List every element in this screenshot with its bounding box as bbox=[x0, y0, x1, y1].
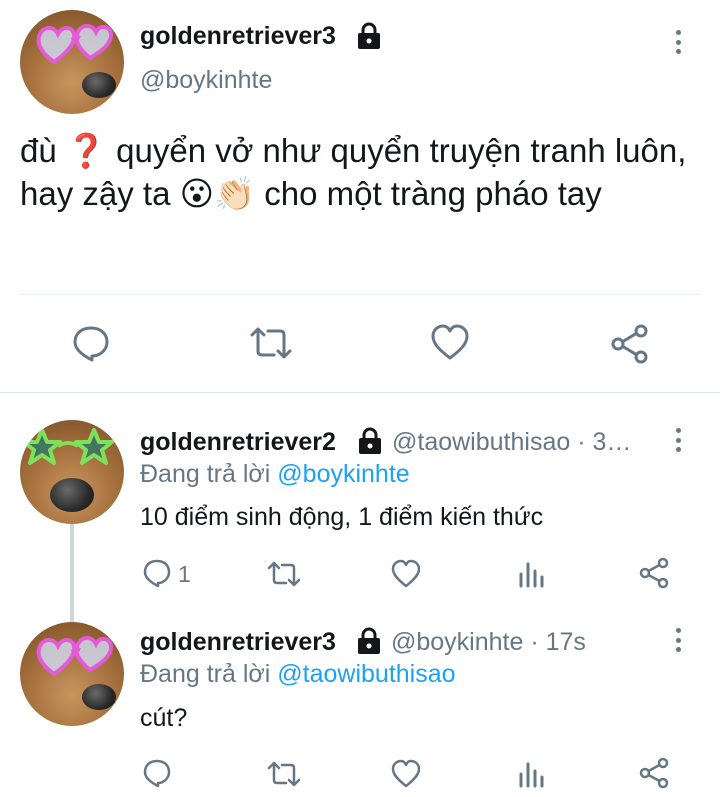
handle-and-time[interactable]: @taowibuthisao · 3… bbox=[392, 428, 631, 457]
section-separator bbox=[0, 392, 720, 393]
heart-sunglasses-icon bbox=[36, 636, 114, 677]
retweet-icon[interactable] bbox=[266, 560, 302, 588]
replying-to: Đang trả lời @boykinhte bbox=[140, 460, 410, 489]
reply-text: 10 điểm sinh động, 1 điểm kiến thức bbox=[140, 503, 544, 531]
more-options-icon[interactable] bbox=[675, 628, 681, 652]
display-name[interactable]: goldenretriever3 bbox=[140, 22, 336, 51]
tweet-text-line-2: hay zậy ta 😮👏🏻 cho một tràng pháo tay bbox=[20, 175, 602, 212]
avatar[interactable] bbox=[20, 420, 124, 524]
share-icon[interactable] bbox=[638, 557, 670, 589]
reply-icon[interactable] bbox=[142, 758, 172, 788]
thread-line bbox=[70, 520, 74, 622]
share-icon[interactable] bbox=[610, 324, 650, 364]
analytics-icon[interactable] bbox=[518, 560, 546, 588]
like-icon[interactable] bbox=[390, 559, 422, 589]
retweet-icon[interactable] bbox=[248, 325, 294, 361]
like-icon[interactable] bbox=[390, 759, 422, 789]
lock-icon bbox=[359, 427, 381, 454]
reply-count: 1 bbox=[178, 561, 191, 587]
reply-icon[interactable] bbox=[142, 558, 172, 588]
display-name[interactable]: goldenretriever3 bbox=[140, 628, 336, 657]
avatar[interactable] bbox=[20, 10, 124, 114]
replying-to-prefix: Đang trả lời bbox=[140, 460, 278, 488]
divider bbox=[20, 294, 700, 295]
lock-icon bbox=[358, 22, 380, 49]
star-sunglasses-icon bbox=[22, 428, 114, 465]
replying-to: Đang trả lời @taowibuthisao bbox=[140, 660, 456, 689]
reply-text: cút? bbox=[140, 704, 188, 732]
tweet-text-line-1: đù ❓ quyển vở như quyển truyện tranh luô… bbox=[20, 132, 687, 169]
analytics-icon[interactable] bbox=[518, 760, 546, 788]
more-options-icon[interactable] bbox=[675, 30, 681, 54]
display-name[interactable]: goldenretriever2 bbox=[140, 428, 336, 457]
retweet-icon[interactable] bbox=[266, 760, 302, 788]
reply-icon[interactable] bbox=[72, 324, 110, 362]
like-icon[interactable] bbox=[430, 324, 470, 362]
avatar[interactable] bbox=[20, 622, 124, 726]
more-options-icon[interactable] bbox=[675, 428, 681, 452]
handle-and-time[interactable]: @boykinhte · 17s bbox=[391, 628, 586, 657]
replying-to-link[interactable]: @taowibuthisao bbox=[277, 660, 455, 688]
replying-to-prefix: Đang trả lời bbox=[140, 660, 278, 688]
heart-sunglasses-icon bbox=[36, 24, 114, 65]
handle[interactable]: @boykinhte bbox=[140, 66, 272, 95]
lock-icon bbox=[358, 627, 380, 654]
replying-to-link[interactable]: @boykinhte bbox=[277, 460, 409, 488]
share-icon[interactable] bbox=[638, 757, 670, 789]
